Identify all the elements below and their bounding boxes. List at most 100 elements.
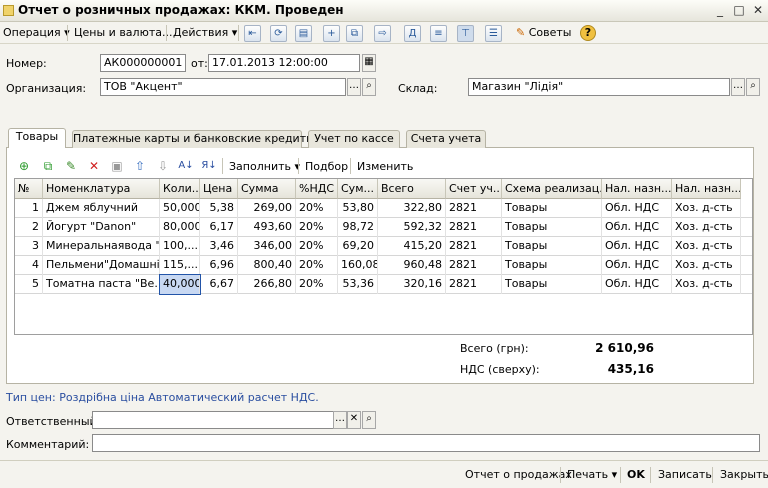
cell-vat-sum[interactable]: 69,20 — [338, 237, 378, 256]
column-header-tax-2[interactable]: Нал. назн.... — [672, 179, 741, 199]
column-header-vat-sum[interactable]: Сум... — [338, 179, 378, 199]
post-close-icon[interactable]: ⇤ — [244, 25, 261, 42]
cell-nomenclature[interactable]: Джем яблучний — [43, 199, 160, 218]
cell-price[interactable]: 6,17 — [200, 218, 238, 237]
cell-total[interactable]: 320,16 — [378, 275, 446, 294]
cell-tax-1[interactable]: Обл. НДС — [602, 256, 672, 275]
cell-quantity[interactable]: 50,000 — [160, 199, 200, 218]
tab-cash-accounting[interactable]: Учет по кассе — [308, 130, 400, 148]
sales-report-button[interactable]: Отчет о продажах — [465, 468, 572, 481]
cell-account[interactable]: 2821 — [446, 218, 502, 237]
column-header-number[interactable]: № — [15, 179, 43, 199]
pick-button[interactable]: Подбор — [305, 160, 348, 173]
column-header-quantity[interactable]: Коли... — [160, 179, 200, 199]
responsible-clear-icon[interactable]: ✕ — [347, 411, 361, 429]
column-header-price[interactable]: Цена — [200, 179, 238, 199]
cell-number[interactable]: 2 — [15, 218, 43, 237]
cell-account[interactable]: 2821 — [446, 237, 502, 256]
edit-row-icon[interactable]: ✎ — [63, 158, 79, 174]
cell-sum[interactable]: 269,00 — [238, 199, 296, 218]
cell-price[interactable]: 6,67 — [200, 275, 238, 294]
cell-total[interactable]: 592,32 — [378, 218, 446, 237]
cell-total[interactable]: 415,20 — [378, 237, 446, 256]
document-list-icon[interactable]: ▤ — [295, 25, 312, 42]
responsible-select-button[interactable]: … — [333, 411, 347, 429]
cell-nomenclature[interactable]: Йогурт "Danon" — [43, 218, 160, 237]
responsible-field[interactable] — [92, 411, 345, 429]
number-field[interactable]: АК000000001 — [100, 54, 186, 72]
goods-table[interactable]: № Номенклатура Коли... Цена Сумма %НДС Сум... В… — [14, 178, 753, 335]
cell-sum[interactable]: 346,00 — [238, 237, 296, 256]
column-header-nomenclature[interactable]: Номенклатура — [43, 179, 160, 199]
cell-quantity[interactable]: 80,000 — [160, 218, 200, 237]
sort-asc-icon[interactable]: A↓ — [178, 158, 194, 174]
cell-vat-sum[interactable]: 160,08 — [338, 256, 378, 275]
change-button[interactable]: Изменить — [357, 160, 413, 173]
save-button[interactable]: Записать — [658, 468, 712, 481]
column-header-account[interactable]: Счет уч... — [446, 179, 502, 199]
cell-sum[interactable]: 266,80 — [238, 275, 296, 294]
add-document-icon[interactable]: + — [323, 25, 340, 42]
cell-tax-2[interactable]: Хоз. д-сть — [672, 237, 741, 256]
sort-desc-icon[interactable]: Я↓ — [201, 158, 217, 174]
cell-tax-2[interactable]: Хоз. д-сть — [672, 256, 741, 275]
cell-number[interactable]: 4 — [15, 256, 43, 275]
cell-total[interactable]: 322,80 — [378, 199, 446, 218]
cell-tax-1[interactable]: Обл. НДС — [602, 218, 672, 237]
move-up-icon[interactable]: ⇧ — [132, 158, 148, 174]
column-header-sum[interactable]: Сумма — [238, 179, 296, 199]
table-row[interactable]: 3 Минеральнаявода "... 100,... 3,46 346,00 20… — [15, 237, 752, 256]
cell-number[interactable]: 5 — [15, 275, 43, 294]
cell-vat-sum[interactable]: 53,80 — [338, 199, 378, 218]
cell-account[interactable]: 2821 — [446, 256, 502, 275]
cell-scheme[interactable]: Товары — [502, 199, 602, 218]
cell-nomenclature[interactable]: Томатна паста "Ве... — [43, 275, 160, 294]
operation-menu[interactable]: Операция ▾ — [3, 25, 70, 41]
cell-number[interactable]: 3 — [15, 237, 43, 256]
cell-scheme[interactable]: Товары — [502, 218, 602, 237]
cell-scheme[interactable]: Товары — [502, 256, 602, 275]
tab-goods[interactable]: Товары — [8, 128, 66, 149]
cell-account[interactable]: 2821 — [446, 199, 502, 218]
date-field[interactable]: 17.01.2013 12:00:00 — [208, 54, 360, 72]
cell-quantity[interactable]: 115,... — [160, 256, 200, 275]
ok-button[interactable]: OK — [627, 468, 645, 481]
warehouse-field[interactable]: Магазин "Лідія" — [468, 78, 730, 96]
cell-scheme[interactable]: Товары — [502, 275, 602, 294]
cell-vat-rate[interactable]: 20% — [296, 199, 338, 218]
enter-based-icon[interactable]: ⇨ — [374, 25, 391, 42]
cell-vat-rate[interactable]: 20% — [296, 275, 338, 294]
print-menu[interactable]: Печать ▾ — [567, 468, 617, 481]
copy-row-icon[interactable]: ⧉ — [40, 158, 56, 174]
journal-icon[interactable]: ≡ — [430, 25, 447, 42]
responsible-open-icon[interactable]: ⌕ — [362, 411, 376, 429]
cell-quantity[interactable]: 40,000 — [159, 274, 201, 295]
fill-menu[interactable]: Заполнить ▾ — [229, 160, 300, 173]
cell-quantity[interactable]: 100,... — [160, 237, 200, 256]
cell-tax-2[interactable]: Хоз. д-сть — [672, 275, 741, 294]
warehouse-select-button[interactable]: … — [731, 78, 745, 96]
delete-row-icon[interactable]: ✕ — [86, 158, 102, 174]
tab-accounts[interactable]: Счета учета — [406, 130, 486, 148]
price-type-link[interactable]: Тип цен: Роздрібна ціна Автоматический р… — [6, 391, 319, 404]
end-edit-icon[interactable]: ▣ — [109, 158, 125, 174]
cell-tax-1[interactable]: Обл. НДС — [602, 237, 672, 256]
cell-price[interactable]: 3,46 — [200, 237, 238, 256]
cell-tax-1[interactable]: Обл. НДС — [602, 199, 672, 218]
table-row[interactable]: 4 Пельмени"Домашні" 115,... 6,96 800,40 20% 16… — [15, 256, 752, 275]
tab-payment-cards[interactable]: Платежные карты и банковские кредиты — [72, 130, 315, 148]
cell-tax-1[interactable]: Обл. НДС — [602, 275, 672, 294]
column-header-tax-1[interactable]: Нал. назн.... — [602, 179, 672, 199]
list-view-icon[interactable]: ☰ — [485, 25, 502, 42]
cell-nomenclature[interactable]: Пельмени"Домашні" — [43, 256, 160, 275]
move-down-icon[interactable]: ⇩ — [155, 158, 171, 174]
organization-field[interactable]: ТОВ "Акцент" — [100, 78, 346, 96]
cell-number[interactable]: 1 — [15, 199, 43, 218]
structure-icon[interactable]: ⊤ — [457, 25, 474, 42]
org-select-button[interactable]: … — [347, 78, 361, 96]
actions-menu[interactable]: Действия ▾ — [173, 25, 237, 41]
refresh-icon[interactable]: ⟳ — [270, 25, 287, 42]
cell-scheme[interactable]: Товары — [502, 237, 602, 256]
calendar-icon[interactable]: ▦ — [362, 54, 376, 72]
cell-price[interactable]: 6,96 — [200, 256, 238, 275]
